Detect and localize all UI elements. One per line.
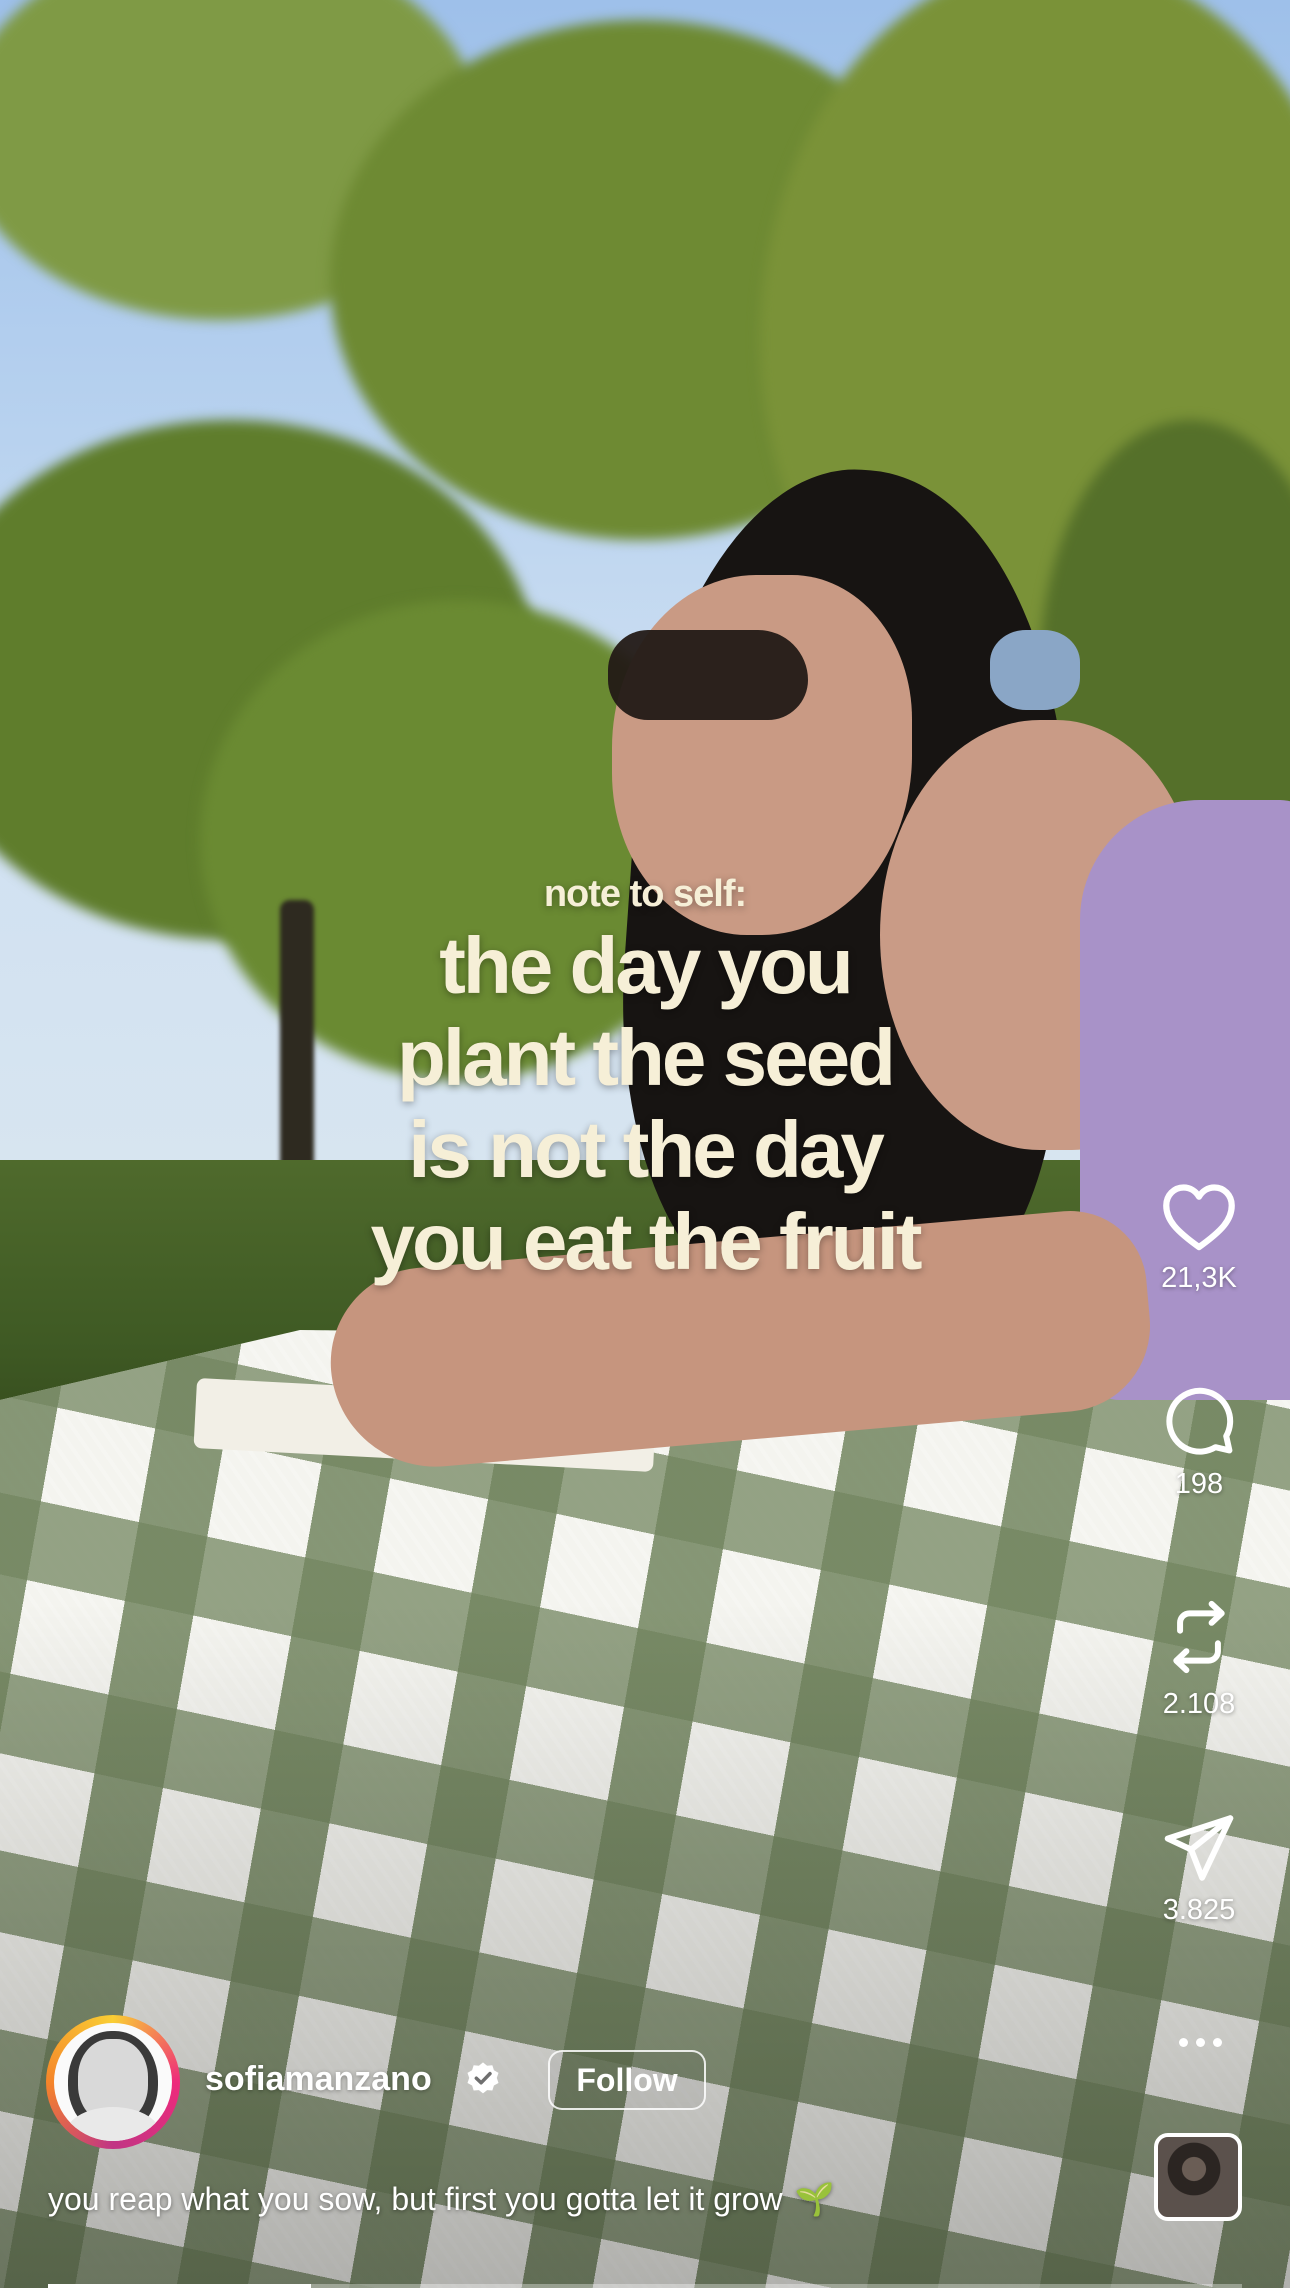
share-count: 3.825 [1162,1894,1236,1926]
username[interactable]: sofiamanzano [205,2060,432,2099]
quote-line: is not the day [408,1105,885,1194]
more-dots-icon [1178,2037,1222,2047]
reel-viewer[interactable]: note to self: the day you plant the seed… [0,0,1290,2288]
repost-count: 2.108 [1162,1688,1236,1720]
playback-progress[interactable] [48,2284,1242,2288]
audio-thumbnail[interactable] [1154,2133,1242,2221]
note-label: note to self: [543,873,747,915]
repost-button[interactable]: 2.108 [1104,1596,1290,1721]
like-button[interactable]: 21,3K [1104,1180,1290,1295]
like-count: 21,3K [1161,1262,1237,1294]
playback-progress-fill [48,2284,311,2288]
comment-button[interactable]: 198 [1104,1382,1290,1501]
follow-button[interactable]: Follow [548,2050,706,2110]
caption[interactable]: you reap what you sow, but first you got… [48,2180,834,2218]
paper-plane-icon [1161,1812,1237,1884]
comment-count: 198 [1174,1468,1224,1500]
quote-line: you eat the fruit [370,1197,922,1286]
avatar-photo [54,2023,172,2141]
video-text-overlay: note to self: the day you plant the seed… [300,868,990,1288]
more-options-button[interactable] [1152,2018,1248,2066]
seedling-emoji: 🌱 [794,2181,835,2217]
quote-line: plant the seed [397,1013,896,1102]
avatar[interactable] [46,2015,180,2149]
caption-text: you reap what you sow, but first you got… [48,2181,783,2217]
quote-line: the day you [439,921,854,1010]
heart-icon [1159,1180,1239,1252]
share-button[interactable]: 3.825 [1104,1812,1290,1927]
verified-badge-icon [464,2060,502,2098]
comment-bubble-icon [1161,1382,1237,1458]
repost-icon [1161,1596,1237,1678]
